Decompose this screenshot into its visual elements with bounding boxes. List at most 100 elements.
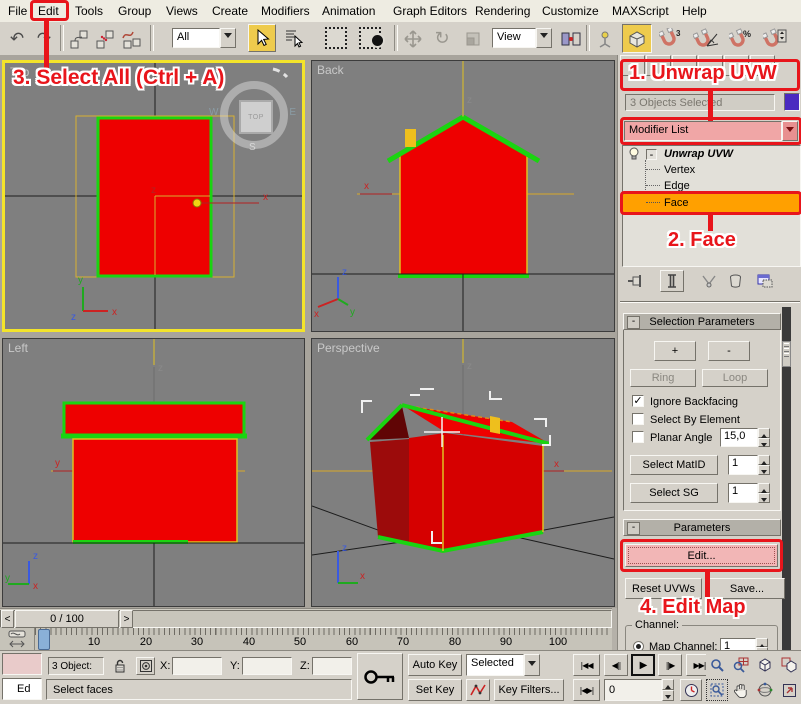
select-link-icon[interactable] — [66, 25, 92, 52]
dropdown-arrow-icon[interactable] — [524, 654, 540, 676]
window-crossing-toggle[interactable] — [354, 24, 386, 52]
time-next-frame-button[interactable]: > — [120, 610, 133, 628]
loop-button-disabled[interactable]: Loop — [702, 369, 768, 387]
pan-tool-button[interactable] — [730, 679, 752, 701]
menu-modifiers[interactable]: Modifiers — [261, 4, 310, 18]
absolute-offset-mode-toggle[interactable] — [136, 657, 155, 675]
select-and-manipulate-tool[interactable] — [592, 25, 618, 52]
zoom-tool-button[interactable] — [706, 654, 728, 676]
select-matid-button[interactable]: Select MatID — [630, 455, 718, 475]
selection-filter-dropdown[interactable]: All — [172, 28, 236, 48]
shrink-selection-button[interactable]: - — [708, 341, 750, 361]
time-marker[interactable] — [38, 629, 50, 650]
modifier-list-dropdown[interactable]: Modifier List — [624, 121, 798, 141]
zoom-all-button[interactable] — [730, 654, 752, 676]
menu-group[interactable]: Group — [118, 4, 151, 18]
spinner-snap-toggle[interactable] — [760, 25, 790, 52]
rollout-scrollbar-thumb[interactable] — [782, 341, 791, 367]
move-tool-disabled[interactable] — [400, 25, 426, 52]
reference-coordinate-dropdown[interactable]: View — [492, 28, 552, 48]
maxscript-mini-listener-pink[interactable] — [2, 653, 42, 675]
stack-row-vertex[interactable]: Vertex — [623, 162, 800, 178]
select-by-name-tool[interactable] — [280, 24, 308, 52]
menu-graph-editors[interactable]: Graph Editors — [393, 4, 467, 18]
auto-key-button[interactable]: Auto Key — [408, 654, 462, 676]
viewport-top[interactable]: z x y x z Top TOP W E S — [2, 60, 305, 332]
object-name-field[interactable]: 3 Objects Selected — [625, 94, 775, 111]
stack-collapse-box[interactable]: - — [646, 149, 657, 160]
x-coord-field[interactable] — [172, 657, 222, 675]
viewcube-navigator[interactable]: TOP W E S — [218, 79, 290, 151]
map-channel-spinner[interactable]: 1 — [720, 638, 768, 650]
make-unique-button[interactable] — [698, 271, 720, 291]
dropdown-arrow-icon[interactable] — [782, 121, 798, 141]
arc-rotate-button[interactable] — [754, 679, 776, 701]
y-coord-field[interactable] — [242, 657, 292, 675]
collapse-icon[interactable]: - — [627, 316, 640, 329]
rotate-tool-disabled[interactable]: ↻ — [429, 25, 455, 52]
stack-row-unwrap-uvw[interactable]: - Unwrap UVW — [623, 146, 800, 162]
zoom-extents-all-button[interactable] — [778, 654, 800, 676]
keyboard-shortcut-override-key-button[interactable] — [357, 653, 403, 700]
viewport-left[interactable]: z y z y x Left — [2, 338, 305, 607]
menu-tools[interactable]: Tools — [75, 4, 103, 18]
play-button[interactable]: ▶ — [631, 654, 655, 676]
menu-help[interactable]: Help — [682, 4, 707, 18]
remove-modifier-button[interactable] — [724, 271, 746, 291]
dropdown-arrow-icon[interactable] — [536, 28, 552, 48]
pin-stack-button[interactable] — [624, 271, 646, 291]
key-filters-button[interactable]: Key Filters... — [494, 679, 564, 701]
map-channel-radio[interactable] — [633, 641, 644, 650]
menu-maxscript[interactable]: MAXScript — [612, 4, 669, 18]
menu-file[interactable]: File — [8, 4, 27, 18]
zoom-extents-button[interactable] — [754, 654, 776, 676]
current-frame-field[interactable]: 0 — [604, 679, 662, 701]
planar-angle-checkbox[interactable] — [632, 431, 644, 443]
selection-parameters-header[interactable]: - Selection Parameters — [623, 313, 781, 330]
matid-spinner[interactable]: 1 — [728, 455, 770, 475]
key-mode-toggle[interactable]: |◀▶| — [573, 679, 600, 701]
bind-spacewarp-icon[interactable] — [118, 25, 144, 52]
previous-frame-button[interactable]: ◀|| — [604, 654, 628, 676]
new-key-filter-curve-button[interactable] — [466, 679, 490, 701]
track-bar[interactable]: 0 10 20 30 40 50 60 70 80 90 100 — [0, 628, 612, 650]
viewport-back[interactable]: z x z x y Back — [311, 60, 615, 332]
undo-button[interactable]: ↶ — [4, 25, 30, 52]
menu-create[interactable]: Create — [212, 4, 248, 18]
rectangular-selection-region-tool[interactable] — [322, 24, 350, 52]
snap-toggle-3d[interactable]: 3 — [656, 25, 686, 52]
frame-spinner[interactable] — [662, 679, 674, 701]
menu-customize[interactable]: Customize — [542, 4, 599, 18]
angle-snap-toggle[interactable] — [690, 25, 722, 52]
selection-lock-toggle[interactable] — [110, 657, 129, 675]
menu-animation[interactable]: Animation — [322, 4, 375, 18]
go-to-start-button[interactable]: |◀◀ — [573, 654, 600, 676]
time-slider-button[interactable]: 0 / 100 — [15, 610, 119, 628]
ring-button-disabled[interactable]: Ring — [630, 369, 696, 387]
percent-snap-toggle[interactable]: % — [726, 25, 756, 52]
show-end-result-button[interactable] — [660, 270, 684, 292]
collapse-icon[interactable]: - — [627, 522, 640, 535]
menu-views[interactable]: Views — [166, 4, 198, 18]
configure-modifier-sets-button[interactable] — [754, 271, 776, 291]
time-configuration-button[interactable] — [680, 679, 702, 701]
set-key-button[interactable]: Set Key — [408, 679, 462, 701]
ignore-backfacing-checkbox[interactable]: ✓ — [632, 395, 644, 407]
maximize-viewport-toggle[interactable] — [778, 679, 800, 701]
lightbulb-icon[interactable] — [628, 147, 640, 161]
planar-angle-spinner[interactable]: 15,0 — [720, 428, 770, 447]
select-by-element-checkbox[interactable] — [632, 413, 644, 425]
next-frame-button[interactable]: ||▶ — [658, 654, 682, 676]
dropdown-arrow-icon[interactable] — [220, 28, 236, 48]
time-prev-frame-button[interactable]: < — [1, 610, 14, 628]
grow-selection-button[interactable]: + — [654, 341, 696, 361]
selected-keys-dropdown[interactable]: Selected — [466, 654, 540, 676]
object-color-swatch[interactable] — [784, 93, 800, 111]
mirror-tool[interactable] — [558, 25, 584, 52]
open-mini-curve-editor-button[interactable] — [0, 628, 35, 650]
zoom-region-button-active[interactable] — [706, 679, 728, 701]
snaps-toggle-active[interactable] — [622, 24, 652, 53]
select-object-tool[interactable] — [248, 24, 276, 52]
viewport-perspective[interactable]: z y x — [311, 338, 615, 607]
edit-uvw-button[interactable]: Edit... — [625, 544, 778, 567]
